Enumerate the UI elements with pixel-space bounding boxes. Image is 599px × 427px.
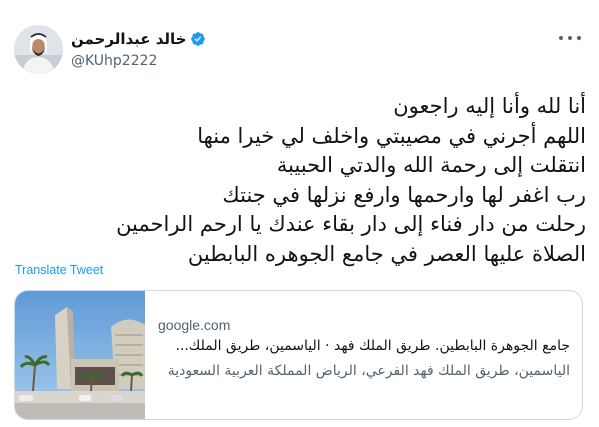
author-display-name[interactable]: خالد عبدالرحمن: [71, 30, 186, 48]
verified-badge-icon: [191, 32, 206, 46]
more-dot: [577, 36, 581, 40]
link-preview-domain: google.com: [158, 317, 231, 333]
author-name-row: خالد عبدالرحمن: [71, 28, 206, 50]
link-preview-image: [15, 291, 145, 419]
more-dot: [568, 36, 572, 40]
tweet-line: رب اغفر لها وارحمها وارفع نزلها في جنتك: [222, 182, 586, 207]
link-preview-description: الياسمين، طريق الملك فهد الفرعي، الرياض …: [167, 363, 570, 379]
link-preview-card[interactable]: google.com جامع الجوهرة البابطين. طريق ا…: [14, 290, 583, 420]
link-preview-title: جامع الجوهرة البابطين. طريق الملك فهد · …: [175, 338, 570, 354]
tweet-line: أنا لله وأنا إليه راجعون: [393, 94, 586, 118]
more-options-icon[interactable]: [559, 30, 581, 46]
more-dot: [559, 36, 563, 40]
author-info: خالد عبدالرحمن @KUhp2222: [71, 28, 206, 69]
tweet-text: أنا لله وأنا إليه راجعون اللهم أجرني في …: [14, 92, 586, 269]
tweet-line: اللهم أجرني في مصيبتي واخلف لي خيرا منها: [197, 123, 586, 148]
tweet-line: رحلت من دار فناء إلى دار بقاء عندك يا ار…: [116, 212, 586, 236]
tweet-line: انتقلت إلى رحمة الله والدتي الحبيبة: [276, 153, 586, 177]
author-avatar[interactable]: [14, 25, 63, 74]
author-handle[interactable]: @KUhp2222: [71, 53, 206, 69]
link-preview-text: google.com جامع الجوهرة البابطين. طريق ا…: [158, 291, 570, 419]
tweet: خالد عبدالرحمن @KUhp2222 أنا لله وأنا إل…: [0, 0, 599, 427]
translate-tweet-link[interactable]: Translate Tweet: [15, 263, 103, 277]
